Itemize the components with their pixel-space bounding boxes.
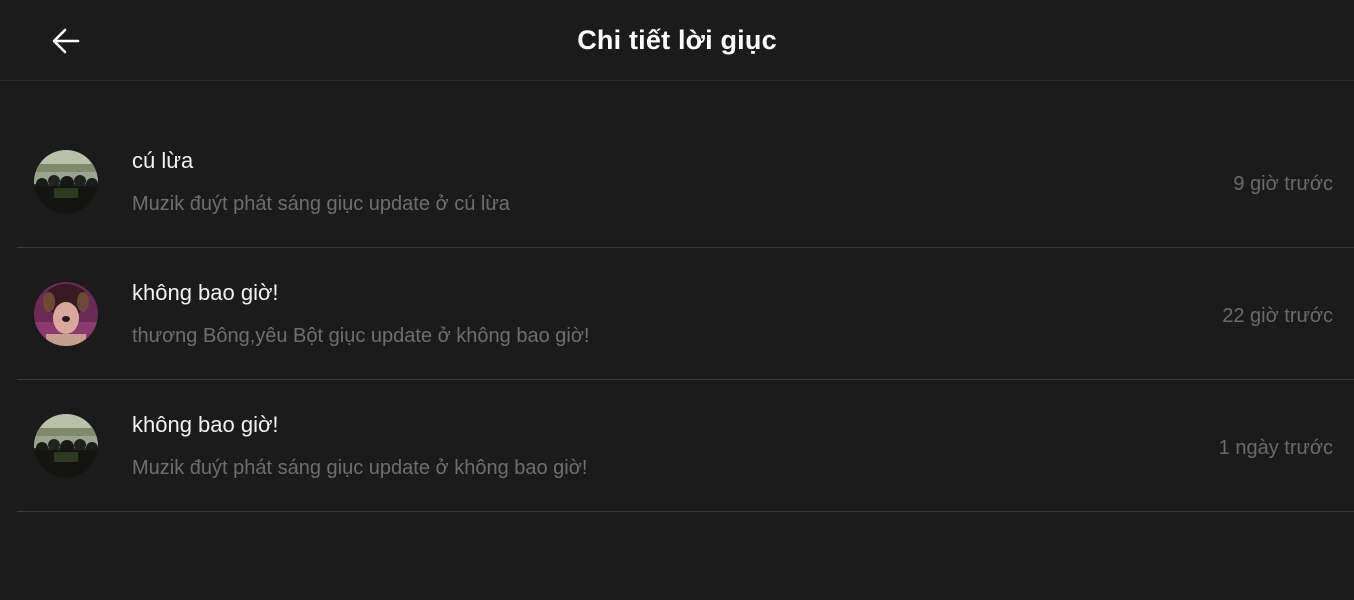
notification-list: cú lừa Muzik đuýt phát sáng giục update … (17, 116, 1354, 512)
item-time: 1 ngày trước (1218, 437, 1333, 459)
page-title: Chi tiết lời giục (577, 25, 777, 55)
girl-dog-filter-avatar (34, 282, 98, 346)
item-subtitle: Muzik đuýt phát sáng giục update ở cú lừ… (132, 193, 510, 215)
list-item[interactable]: cú lừa Muzik đuýt phát sáng giục update … (17, 116, 1354, 248)
item-subtitle: thương Bông,yêu Bột giục update ở không … (132, 325, 590, 347)
avatar[interactable] (34, 282, 98, 346)
item-subtitle: Muzik đuýt phát sáng giục update ở không… (132, 457, 588, 479)
avatar[interactable] (34, 150, 98, 214)
crowd-photo-avatar (34, 150, 98, 214)
item-title: cú lừa (132, 148, 194, 173)
list-item[interactable]: không bao giờ! thương Bông,yêu Bột giục … (17, 248, 1354, 380)
list-item[interactable]: không bao giờ! Muzik đuýt phát sáng giục… (17, 380, 1354, 512)
avatar[interactable] (34, 414, 98, 478)
header-bar: Chi tiết lời giục (0, 0, 1354, 81)
item-title: không bao giờ! (132, 412, 279, 437)
item-time: 22 giờ trước (1222, 305, 1333, 327)
crowd-photo-avatar (34, 414, 98, 478)
item-title: không bao giờ! (132, 280, 279, 305)
item-time: 9 giờ trước (1233, 173, 1333, 195)
